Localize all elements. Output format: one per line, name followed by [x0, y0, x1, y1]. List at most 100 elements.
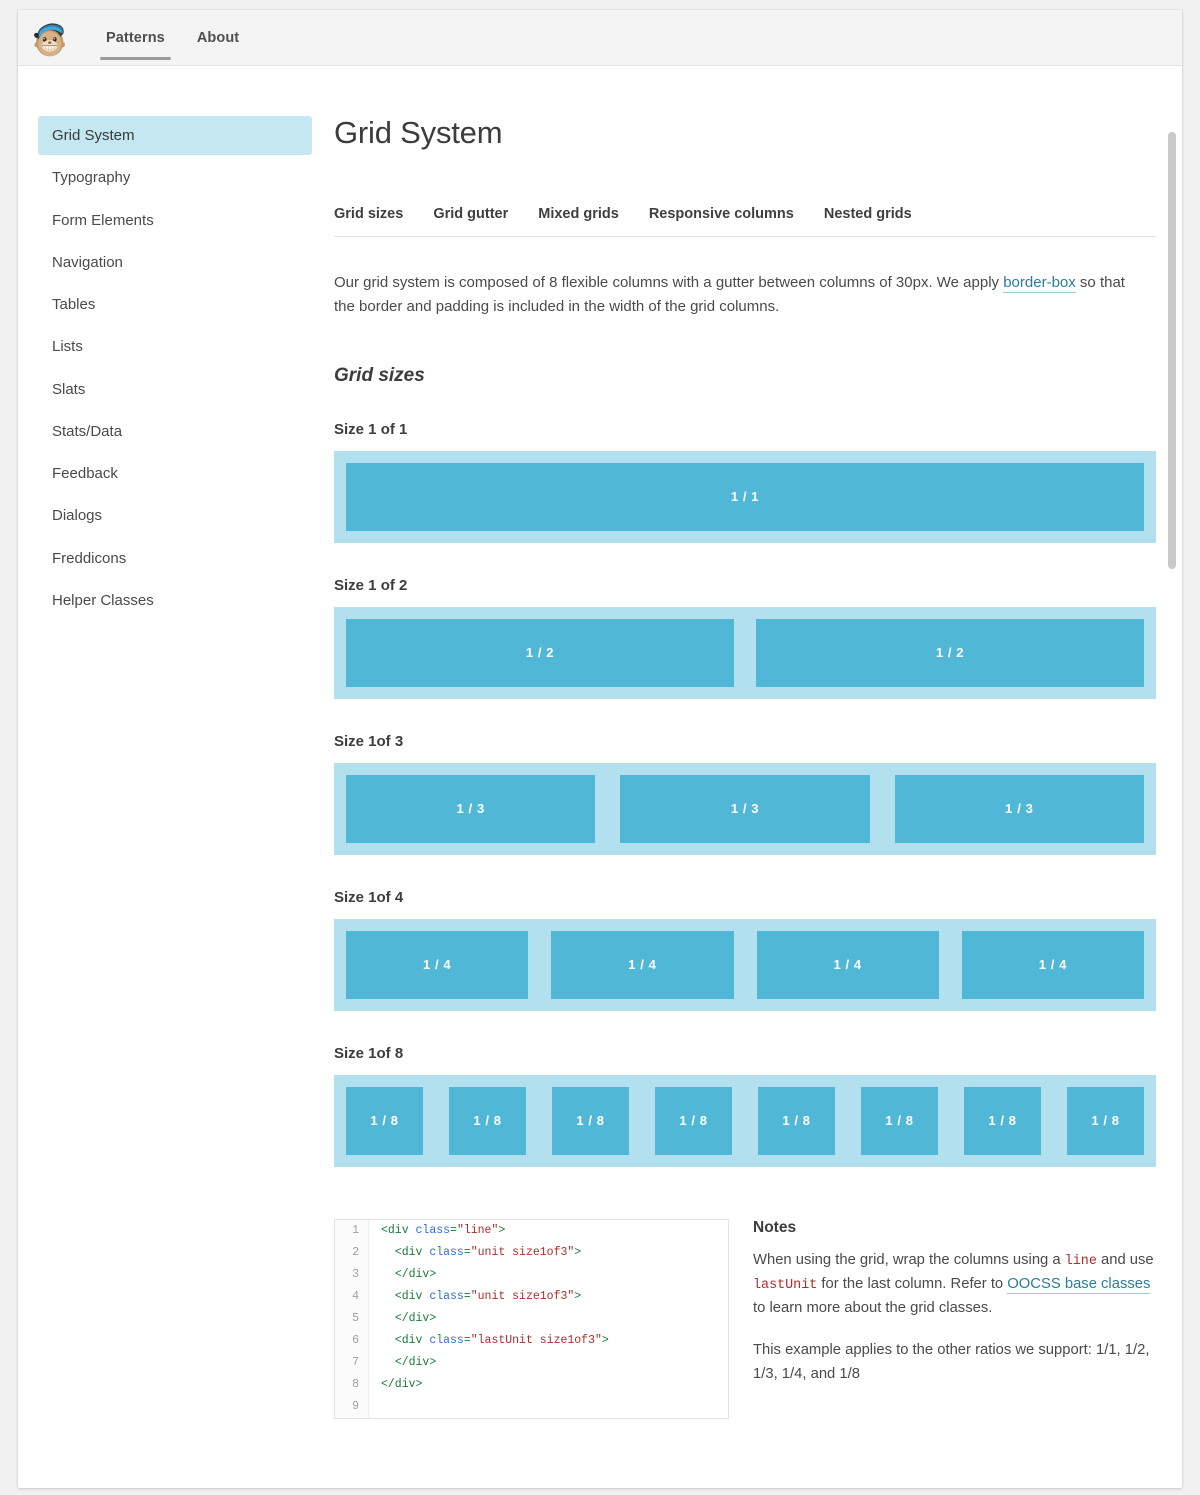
code-line-number: 6: [335, 1329, 369, 1352]
tab-mixed-grids[interactable]: Mixed grids: [538, 206, 619, 222]
grid-cell: 1 / 8: [758, 1086, 835, 1155]
code-line: 8 </div>: [335, 1373, 728, 1396]
grid-cell: 1 / 4: [551, 930, 734, 999]
sidebar-item-label: Freddicons: [52, 549, 127, 567]
sidebar-item-label: Stats/Data: [52, 422, 123, 440]
intro-text-before: Our grid system is composed of 8 flexibl…: [334, 274, 1004, 292]
sidebar-item-label: Grid System: [52, 127, 135, 144]
oocss-base-classes-link[interactable]: OOCSS base classes: [1007, 1275, 1151, 1294]
sidebar-item-label: Dialogs: [52, 507, 103, 525]
code-line-text: <div class="unit size1of3">: [394, 1289, 582, 1303]
grid-cell: 1 / 8: [655, 1086, 732, 1155]
top-header-bar: Patterns About: [18, 10, 1182, 66]
code-line-number: 2: [335, 1241, 369, 1264]
code-line: 6 <div class="lastUnit size1of3">: [335, 1329, 728, 1352]
code-line-text: <div class="unit size1of3">: [394, 1245, 582, 1259]
border-box-link[interactable]: border-box: [1003, 274, 1076, 294]
sidebar-item-feedback[interactable]: Feedback: [38, 454, 312, 493]
body-layout: Grid System Typography Form Elements Nav…: [18, 66, 1182, 1419]
notes-paragraph-2: This example applies to the other ratios…: [753, 1341, 1150, 1382]
code-line: 1 <div class="line">: [335, 1219, 728, 1242]
sidebar-item-navigation[interactable]: Navigation: [38, 243, 312, 282]
nav-item-about-label: About: [196, 29, 240, 46]
sidebar-item-label: Helper Classes: [52, 591, 154, 609]
code-line-text: </div>: [394, 1355, 437, 1369]
sidebar-item-label: Lists: [52, 338, 83, 356]
grid-cell: 1 / 4: [756, 930, 939, 999]
page-root: Patterns About Grid System Typography Fo…: [0, 0, 1200, 1495]
sidebar-item-slats[interactable]: Slats: [38, 370, 312, 409]
notes-paragraph-1: When using the grid, wrap the columns us…: [753, 1249, 1156, 1321]
size-heading-1of4: Size 1of 4: [334, 888, 404, 906]
sidebar-nav: Grid System Typography Form Elements Nav…: [18, 116, 318, 1419]
grid-demo-row-1of2: 1 / 2 1 / 2: [334, 606, 1156, 699]
code-line: 2 <div class="unit size1of3">: [335, 1241, 728, 1264]
section-title-grid-sizes: Grid sizes: [334, 364, 425, 386]
notes-title: Notes: [753, 1218, 797, 1236]
tab-responsive-columns[interactable]: Responsive columns: [649, 206, 794, 222]
nav-item-patterns-label: Patterns: [106, 29, 165, 46]
grid-cell: 1 / 1: [346, 462, 1144, 531]
sidebar-item-label: Navigation: [52, 253, 123, 271]
grid-cell: 1 / 2: [756, 618, 1144, 687]
code-sample-block[interactable]: 1 <div class="line"> 2 <div class="unit si…: [334, 1218, 729, 1419]
grid-cell: 1 / 8: [861, 1086, 938, 1155]
sidebar-item-helper-classes[interactable]: Helper Classes: [38, 581, 312, 620]
code-line-text: </div>: [394, 1311, 437, 1325]
code-line-number: 7: [335, 1351, 369, 1374]
grid-demo-row-1of3: 1 / 3 1 / 3 1 / 3: [334, 762, 1156, 855]
vertical-scrollbar-thumb[interactable]: [1168, 132, 1176, 569]
code-line: 4 <div class="unit size1of3">: [335, 1285, 728, 1308]
notes-panel: Notes When using the grid, wrap the colu…: [729, 1219, 1156, 1405]
main-nav: Patterns About: [90, 10, 255, 66]
grid-cell: 1 / 8: [1067, 1086, 1144, 1155]
grid-cell: 1 / 3: [620, 774, 870, 843]
tab-nested-grids[interactable]: Nested grids: [824, 206, 912, 222]
code-line-number: 1: [335, 1219, 369, 1242]
sidebar-item-typography[interactable]: Typography: [38, 158, 312, 197]
grid-cell: 1 / 4: [961, 930, 1144, 999]
grid-cell: 1 / 3: [346, 774, 596, 843]
code-line-number: 3: [335, 1263, 369, 1286]
sidebar-item-lists[interactable]: Lists: [38, 327, 312, 366]
notes-text-a: When using the grid, wrap the columns us…: [753, 1251, 1065, 1268]
sidebar-item-label: Feedback: [52, 465, 118, 482]
tab-grid-gutter[interactable]: Grid gutter: [433, 206, 508, 222]
size-heading-1of3: Size 1of 3: [334, 732, 404, 750]
code-line: 7 </div>: [335, 1351, 728, 1374]
sidebar-item-form-elements[interactable]: Form Elements: [38, 201, 312, 240]
grid-cell: 1 / 8: [449, 1086, 526, 1155]
intro-paragraph: Our grid system is composed of 8 flexibl…: [334, 271, 1144, 320]
sidebar-item-grid-system[interactable]: Grid System: [38, 116, 312, 156]
nav-item-patterns[interactable]: Patterns: [90, 10, 181, 66]
notes-code-lastunit: lastUnit: [753, 1277, 818, 1293]
sidebar-item-dialogs[interactable]: Dialogs: [38, 496, 312, 535]
code-and-notes-section: 1 <div class="line"> 2 <div class="unit si…: [334, 1218, 1156, 1419]
grid-cell: 1 / 8: [346, 1086, 423, 1155]
page-title: Grid System: [334, 115, 503, 150]
sidebar-item-freddicons[interactable]: Freddicons: [38, 539, 312, 578]
code-line-number: 9: [335, 1395, 369, 1418]
sidebar-item-label: Form Elements: [52, 211, 154, 229]
code-line-text: [369, 1396, 388, 1418]
code-line-text: <div class="lastUnit size1of3">: [394, 1333, 609, 1347]
size-heading-1of1: Size 1 of 1: [334, 420, 408, 438]
notes-text-c: for the last column. Refer to: [817, 1275, 1008, 1292]
code-line-number: 4: [335, 1285, 369, 1308]
grid-cell: 1 / 4: [346, 930, 529, 999]
code-line-number: 5: [335, 1307, 369, 1330]
sidebar-item-tables[interactable]: Tables: [38, 285, 312, 324]
code-line: 9: [335, 1395, 728, 1418]
grid-demo-row-1of4: 1 / 4 1 / 4 1 / 4 1 / 4: [334, 918, 1156, 1011]
code-line-text: </div>: [381, 1377, 423, 1391]
mailchimp-freddie-logo-icon[interactable]: [26, 15, 72, 61]
grid-demo-row-1of1: 1 / 1: [334, 450, 1156, 543]
nav-item-about[interactable]: About: [181, 10, 255, 66]
main-content: Grid System Grid sizes Grid gutter Mixed…: [318, 115, 1182, 1419]
notes-code-line: line: [1064, 1253, 1097, 1269]
vertical-scrollbar-track[interactable]: [1167, 68, 1180, 1488]
sidebar-item-stats-data[interactable]: Stats/Data: [38, 412, 312, 451]
grid-cell: 1 / 3: [894, 774, 1144, 843]
grid-demo-row-1of8: 1 / 8 1 / 8 1 / 8 1 / 8 1 / 8 1 / 8 1 / …: [334, 1074, 1156, 1167]
tab-grid-sizes[interactable]: Grid sizes: [334, 206, 403, 222]
